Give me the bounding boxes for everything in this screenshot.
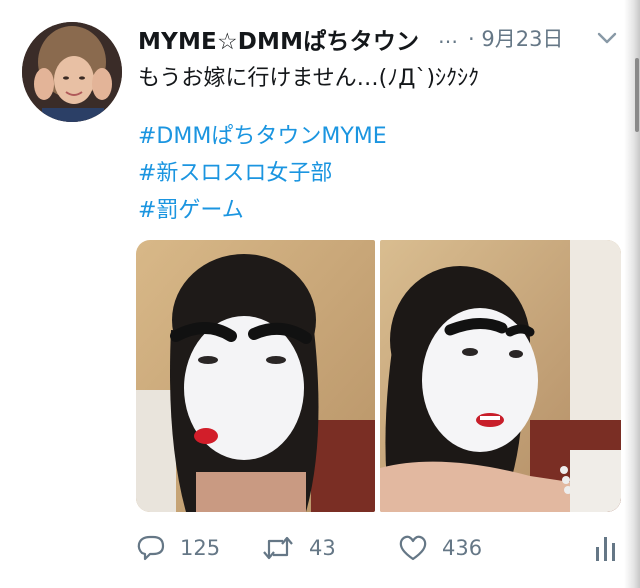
chevron-down-icon[interactable] — [596, 30, 618, 46]
tweet-header: MYME☆DMMぱちタウン … · 9月23日 — [138, 20, 628, 60]
hashtag-link[interactable]: #新スロスロ女子部 — [138, 159, 387, 196]
tweet-text: もうお嫁に行けません…(ﾉД`)ｼｸｼｸ — [138, 66, 480, 91]
like-count: 436 — [442, 536, 483, 560]
retweet-icon — [263, 536, 293, 560]
scrollbar[interactable] — [635, 58, 639, 132]
hashtag-link[interactable]: #罰ゲーム — [138, 196, 387, 233]
hashtag-list: #DMMぱちタウンMYME #新スロスロ女子部 #罰ゲーム — [138, 122, 387, 233]
hashtag-link[interactable]: #DMMぱちタウンMYME — [138, 122, 387, 159]
tweet-photo-1[interactable] — [136, 240, 375, 512]
reply-count: 125 — [180, 536, 221, 560]
retweet-button[interactable]: 43 — [261, 530, 336, 566]
retweet-count: 43 — [309, 536, 336, 560]
photo-woman-white-face-pursed-lips — [136, 240, 375, 512]
avatar[interactable] — [22, 22, 122, 122]
timestamp[interactable]: · 9月23日 — [468, 23, 563, 53]
heart-icon — [399, 535, 427, 561]
reply-button[interactable]: 125 — [136, 530, 220, 566]
analytics-icon — [596, 537, 615, 561]
analytics-button[interactable] — [594, 530, 618, 566]
reply-icon — [137, 535, 165, 561]
avatar-photo — [22, 22, 122, 122]
name-truncation: … — [438, 24, 458, 48]
tweet-actions: 125 43 436 — [136, 530, 626, 570]
like-button[interactable]: 436 — [398, 530, 482, 566]
tweet-card[interactable]: MYME☆DMMぱちタウン … · 9月23日 もうお嫁に行けません…(ﾉД`)… — [0, 0, 640, 588]
tweet-photo-2[interactable] — [380, 240, 621, 512]
photo-woman-white-face-smiling — [380, 240, 621, 512]
display-name[interactable]: MYME☆DMMぱちタウン — [138, 22, 419, 56]
